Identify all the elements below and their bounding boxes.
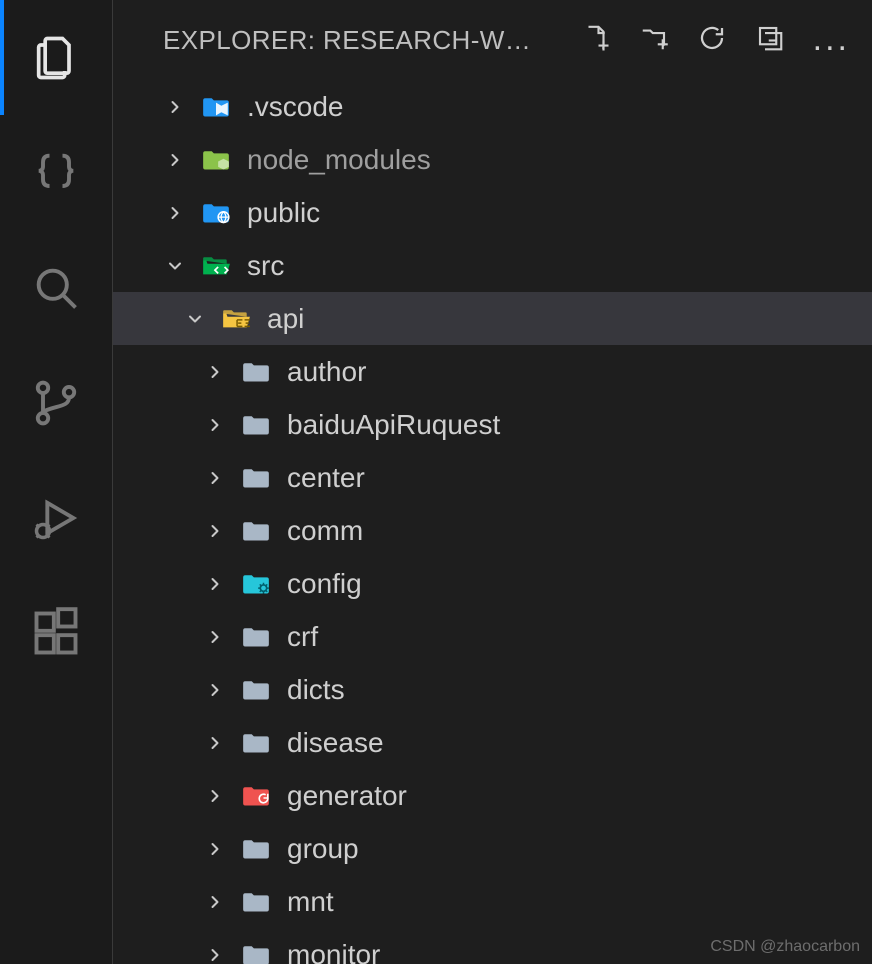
panel-actions: ... [581,23,850,58]
panel-header: EXPLORER: RESEARCH-W… [113,0,872,80]
folder-src-icon [201,253,231,279]
folder-icon [241,942,271,964]
folder-config-icon [241,571,271,597]
tree-row[interactable]: config [113,557,872,610]
folder-vscode-icon [201,94,231,120]
chevron-right-icon[interactable] [203,731,227,755]
tree-row-label: crf [287,621,318,653]
tree-row-label: mnt [287,886,334,918]
activity-explorer[interactable] [0,0,112,115]
folder-icon [241,359,271,385]
tree-row-label: disease [287,727,384,759]
tree-row[interactable]: dicts [113,663,872,716]
extensions-icon [30,607,82,659]
activity-extensions[interactable] [0,575,112,690]
folder-icon [241,624,271,650]
activity-run-debug[interactable] [0,460,112,575]
new-file-button[interactable] [581,23,611,58]
collapse-all-button[interactable] [755,23,785,58]
tree-row-label: api [267,303,304,335]
chevron-right-icon[interactable] [203,890,227,914]
folder-icon [241,465,271,491]
tree-row-label: comm [287,515,363,547]
explorer-panel: EXPLORER: RESEARCH-W… [113,0,872,964]
chevron-right-icon[interactable] [203,943,227,964]
chevron-right-icon[interactable] [203,625,227,649]
activity-bar [0,0,113,964]
refresh-button[interactable] [697,23,727,58]
refresh-icon [697,23,727,53]
tree-row[interactable]: src [113,239,872,292]
folder-icon [241,518,271,544]
tree-row-label: config [287,568,362,600]
tree-row[interactable]: author [113,345,872,398]
new-folder-icon [639,23,669,53]
more-actions-button[interactable]: ... [813,26,850,53]
play-bug-icon [30,492,82,544]
chevron-right-icon[interactable] [203,572,227,596]
tree-row[interactable]: crf [113,610,872,663]
tree-row-label: dicts [287,674,345,706]
tree-row[interactable]: center [113,451,872,504]
chevron-down-icon[interactable] [163,254,187,278]
tree-row[interactable]: generator [113,769,872,822]
tree-row[interactable]: mnt [113,875,872,928]
tree-row[interactable]: baiduApiRuquest [113,398,872,451]
git-branch-icon [30,377,82,429]
tree-row-label: author [287,356,366,388]
folder-icon [241,730,271,756]
files-icon [30,32,82,84]
chevron-right-icon[interactable] [163,95,187,119]
watermark: CSDN @zhaocarbon [710,938,860,956]
activity-source-control[interactable] [0,345,112,460]
tree-row-label: .vscode [247,91,344,123]
tree-row-label: node_modules [247,144,431,176]
folder-generator-icon [241,783,271,809]
tree-row[interactable]: node_modules [113,133,872,186]
collapse-all-icon [755,23,785,53]
new-folder-button[interactable] [639,23,669,58]
tree-row-label: src [247,250,284,282]
folder-icon [241,677,271,703]
panel-title: EXPLORER: RESEARCH-W… [163,25,551,56]
activity-braces[interactable] [0,115,112,230]
tree-row-label: group [287,833,359,865]
new-file-icon [581,23,611,53]
folder-icon [241,412,271,438]
chevron-right-icon[interactable] [203,784,227,808]
tree-row-label: public [247,197,320,229]
chevron-right-icon[interactable] [203,519,227,543]
folder-public-icon [201,200,231,226]
folder-icon [241,836,271,862]
chevron-down-icon[interactable] [183,307,207,331]
tree-row[interactable]: public [113,186,872,239]
tree-row[interactable]: api [113,292,872,345]
tree-row-label: monitor [287,939,380,964]
tree-row-label: center [287,462,365,494]
chevron-right-icon[interactable] [163,148,187,172]
chevron-right-icon[interactable] [203,360,227,384]
tree-row[interactable]: .vscode [113,80,872,133]
file-tree[interactable]: .vscode node_modules public src api author… [113,80,872,964]
search-icon [30,262,82,314]
chevron-right-icon[interactable] [163,201,187,225]
chevron-right-icon[interactable] [203,466,227,490]
folder-node-icon [201,147,231,173]
chevron-right-icon[interactable] [203,413,227,437]
activity-search[interactable] [0,230,112,345]
tree-row[interactable]: group [113,822,872,875]
tree-row[interactable]: comm [113,504,872,557]
chevron-right-icon[interactable] [203,678,227,702]
tree-row[interactable]: disease [113,716,872,769]
braces-icon [30,147,82,199]
tree-row-label: baiduApiRuquest [287,409,500,441]
chevron-right-icon[interactable] [203,837,227,861]
tree-row-label: generator [287,780,407,812]
folder-icon [241,889,271,915]
folder-api-icon [221,306,251,332]
